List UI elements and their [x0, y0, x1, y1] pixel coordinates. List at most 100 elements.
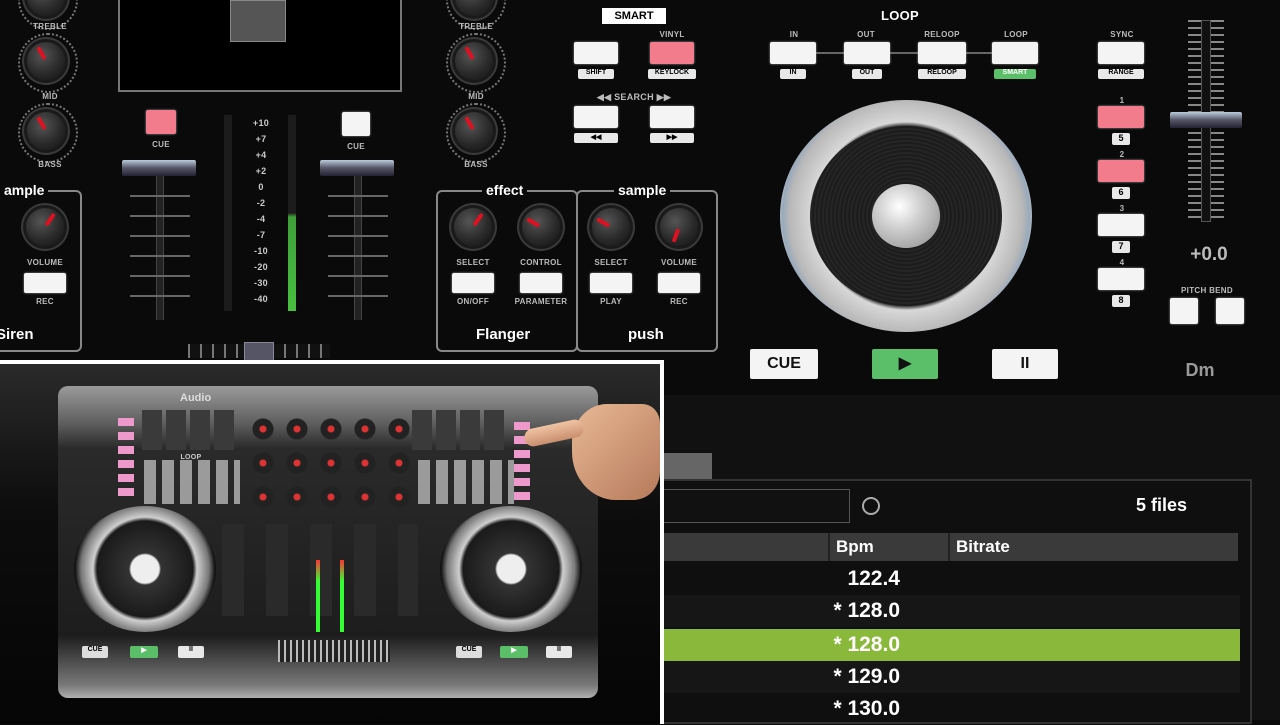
sample-name: push — [628, 326, 664, 343]
vu-tick: +10 — [252, 118, 270, 128]
left-sample-footer: Siren — [0, 326, 34, 343]
loop-in-top-label: IN — [789, 30, 799, 39]
table-row[interactable]: * 130.0 — [660, 693, 1240, 725]
search-back-label: ◀◀ — [574, 133, 618, 143]
bpm-cell: * 128.0 — [833, 633, 900, 656]
search-label: ◀◀ SEARCH ▶▶ — [596, 92, 672, 102]
loop-in-label: IN — [780, 69, 806, 79]
controller-cue-right: CUE — [456, 646, 482, 658]
sync-label: SYNC — [1110, 30, 1134, 39]
right-mid-knob[interactable] — [455, 42, 493, 80]
vu-tick: -40 — [254, 294, 268, 304]
right-cue-button[interactable] — [342, 112, 370, 136]
left-sample-rec-button[interactable] — [24, 273, 66, 293]
hotcue-1-label: 5 — [1112, 133, 1130, 145]
hotcue-2-label: 6 — [1112, 187, 1130, 199]
reloop-button[interactable] — [918, 42, 966, 64]
pitch-bend-label: PITCH BEND — [1181, 286, 1233, 295]
bpm-column-header[interactable]: Bpm — [828, 533, 952, 561]
sample-volume-knob[interactable] — [660, 208, 698, 246]
hotcue-3-button[interactable] — [1098, 214, 1144, 236]
crossfader-handle[interactable] — [244, 342, 274, 362]
hotcue-number-3: 3 — [1119, 204, 1125, 213]
loop-button[interactable] — [992, 42, 1038, 64]
hotcue-4-button[interactable] — [1098, 268, 1144, 290]
table-row[interactable]: * 128.0 — [660, 595, 1240, 627]
bitrate-column-header[interactable]: Bitrate — [948, 533, 1236, 561]
effect-control-knob[interactable] — [522, 208, 560, 246]
right-bass-knob[interactable] — [455, 112, 493, 150]
effect-control-label: CONTROL — [520, 258, 562, 267]
effect-panel-title: effect — [482, 182, 528, 198]
effect-name: Flanger — [476, 326, 531, 343]
controller-crossfader — [278, 640, 390, 662]
left-channel-fader-track — [156, 170, 164, 320]
smart-loop-label: SMART — [994, 69, 1036, 79]
hotcue-number-4: 4 — [1119, 258, 1125, 267]
bpm-cell: * 129.0 — [833, 665, 900, 688]
effect-parameter-button[interactable] — [520, 273, 562, 293]
hotcue-1-button[interactable] — [1098, 106, 1144, 128]
reloop-top-label: RELOOP — [924, 30, 960, 39]
bpm-cell: * 128.0 — [833, 599, 900, 622]
search-input[interactable] — [660, 489, 850, 523]
controller-right-jog — [440, 506, 582, 632]
controller-knob-grid — [246, 412, 416, 512]
sample-panel-title: sample — [614, 182, 671, 198]
pitch-bend-up-button[interactable] — [1216, 298, 1244, 324]
sample-play-label: PLAY — [600, 297, 622, 306]
controller-pad-row-left — [142, 410, 238, 450]
loop-out-button[interactable] — [844, 42, 890, 64]
bpm-cell: 122.4 — [847, 567, 900, 590]
controller-channel-faders — [222, 524, 418, 616]
vinyl-button[interactable] — [650, 42, 694, 64]
sample-play-button[interactable] — [590, 273, 632, 293]
jog-wheel-center — [872, 184, 940, 248]
sync-button[interactable] — [1098, 42, 1144, 64]
pause-button[interactable]: II — [992, 349, 1058, 379]
search-forward-button[interactable] — [650, 106, 694, 128]
left-channel-fader-handle[interactable] — [122, 160, 196, 176]
vu-tick: -30 — [254, 278, 268, 288]
shift-button[interactable] — [574, 42, 618, 64]
controller-pink-pads — [118, 418, 134, 498]
left-cue-button[interactable] — [146, 110, 176, 134]
vu-scale: +10 +7 +4 +2 0 -2 -4 -7 -10 -20 -30 -40 — [246, 118, 276, 310]
vu-tick: -10 — [254, 246, 268, 256]
pointing-hand — [572, 404, 660, 500]
hotcue-2-button[interactable] — [1098, 160, 1144, 182]
loop-in-button[interactable] — [770, 42, 816, 64]
table-row-selected[interactable]: * 128.0 — [660, 629, 1240, 661]
right-channel-fader-handle[interactable] — [320, 160, 394, 176]
search-back-button[interactable] — [574, 106, 618, 128]
effect-onoff-button[interactable] — [452, 273, 494, 293]
vu-tick: 0 — [258, 182, 264, 192]
left-mid-knob[interactable] — [27, 42, 65, 80]
play-button[interactable]: ▶ — [872, 349, 938, 379]
right-vu-meter — [288, 115, 296, 311]
pitch-fader-handle[interactable] — [1170, 112, 1242, 128]
loop-out-label: OUT — [852, 69, 882, 79]
controller-play-left: ▶ — [130, 646, 158, 658]
table-row[interactable]: * 129.0 — [660, 661, 1240, 693]
left-cue-label: CUE — [152, 140, 170, 149]
right-bass-label: BASS — [464, 160, 488, 169]
search-clear-icon[interactable] — [862, 497, 880, 515]
right-treble-label: TREBLE — [459, 22, 493, 31]
cue-transport-button[interactable]: CUE — [750, 349, 818, 379]
effect-select-knob[interactable] — [454, 208, 492, 246]
controller-pause-left: II — [178, 646, 204, 658]
left-sample-volume-knob[interactable] — [26, 208, 64, 246]
left-bass-knob[interactable] — [27, 112, 65, 150]
hotcue-number-2: 2 — [1119, 150, 1125, 159]
table-row[interactable]: 122.4 — [660, 563, 1240, 595]
sample-rec-button[interactable] — [658, 273, 700, 293]
browser-tab[interactable] — [660, 453, 712, 479]
controller-button-rows-right — [418, 460, 514, 504]
pitch-bend-down-button[interactable] — [1170, 298, 1198, 324]
left-treble-label: TREBLE — [33, 22, 67, 31]
smart-title: SMART — [602, 8, 666, 24]
vu-tick: +4 — [255, 150, 267, 160]
sample-select-knob[interactable] — [592, 208, 630, 246]
left-sample-title: ample — [0, 182, 49, 198]
